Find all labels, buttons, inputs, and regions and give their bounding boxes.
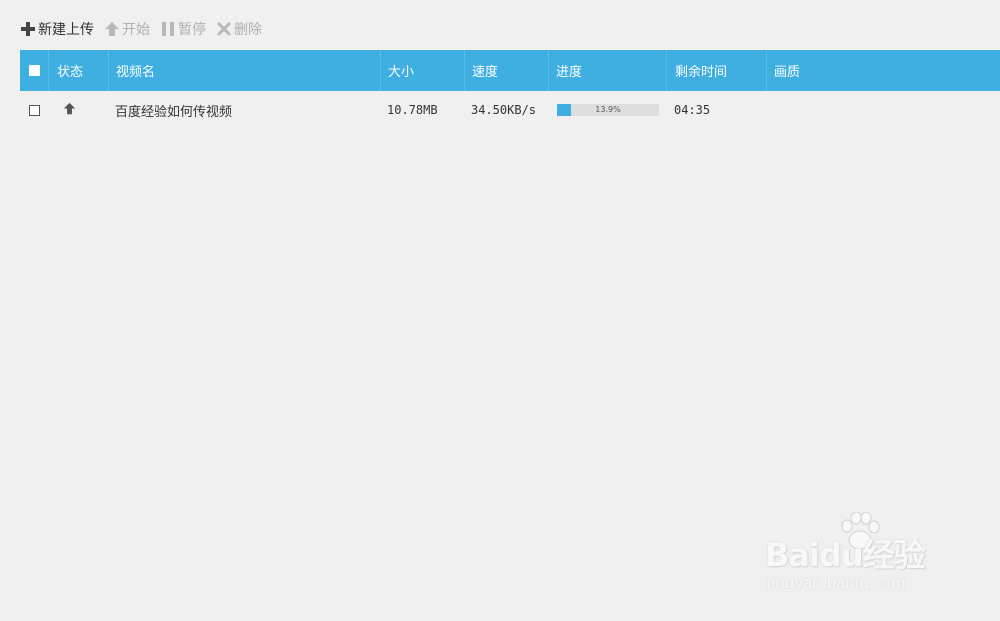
start-button[interactable]: 开始 [104,19,150,39]
new-upload-label: 新建上传 [38,22,94,38]
watermark-url: jingyan.baidu.com [767,574,906,592]
watermark-brand: Baidu经验 [765,536,926,574]
quality-cell [766,91,1000,129]
delete-label: 删除 [234,22,262,38]
video-name-cell: 百度经验如何传视频 [108,91,380,129]
select-all-checkbox[interactable] [28,65,40,76]
column-label: 大小 [388,65,415,80]
speed-cell: 34.50KB/s [464,91,548,129]
remaining-time: 04:35 [674,103,711,117]
row-select-cell [20,91,48,129]
row-checkbox[interactable] [28,104,40,116]
upload-speed: 34.50KB/s [471,103,537,117]
column-label: 视频名 [116,65,156,80]
column-header-remaining[interactable]: 剩余时间 [666,50,766,91]
select-all-cell [20,50,48,91]
table-row[interactable]: 百度经验如何传视频 10.78MB 34.50KB/s 13.9% 04:35 [20,91,1000,129]
close-icon [216,21,232,37]
column-header-status[interactable]: 状态 [48,50,108,91]
video-name: 百度经验如何传视频 [115,104,233,120]
progress-label: 13.9% [595,105,621,114]
column-label: 画质 [774,65,801,80]
column-label: 速度 [472,65,499,80]
pause-icon [160,21,176,37]
plus-icon [20,21,36,37]
column-label: 进度 [556,65,583,80]
delete-button[interactable]: 删除 [216,19,262,39]
remaining-cell: 04:35 [666,91,766,129]
upload-arrow-icon [104,21,120,37]
column-header-speed[interactable]: 速度 [464,50,548,91]
column-header-quality[interactable]: 画质 [766,50,1000,91]
column-label: 状态 [57,65,84,80]
file-size: 10.78MB [387,103,438,117]
upload-arrow-icon [63,102,76,119]
progress-bar: 13.9% [557,104,659,116]
column-header-name[interactable]: 视频名 [108,50,380,91]
pause-label: 暂停 [178,22,206,38]
upload-manager: 新建上传 开始 暂停 删除 状态 视频名 大小 速度 进度 剩余时间 画质 百度… [0,0,1000,621]
progress-cell: 13.9% [548,91,666,129]
new-upload-button[interactable]: 新建上传 [20,19,94,39]
column-label: 剩余时间 [675,65,728,80]
start-label: 开始 [122,22,150,38]
column-header-size[interactable]: 大小 [380,50,464,91]
table-header: 状态 视频名 大小 速度 进度 剩余时间 画质 [20,50,1000,91]
column-header-progress[interactable]: 进度 [548,50,666,91]
status-cell [48,91,108,129]
baidu-jingyan-watermark: Baidu经验 jingyan.baidu.com [765,512,955,602]
size-cell: 10.78MB [380,91,464,129]
pause-button[interactable]: 暂停 [160,19,206,39]
toolbar: 新建上传 开始 暂停 删除 [20,18,262,40]
